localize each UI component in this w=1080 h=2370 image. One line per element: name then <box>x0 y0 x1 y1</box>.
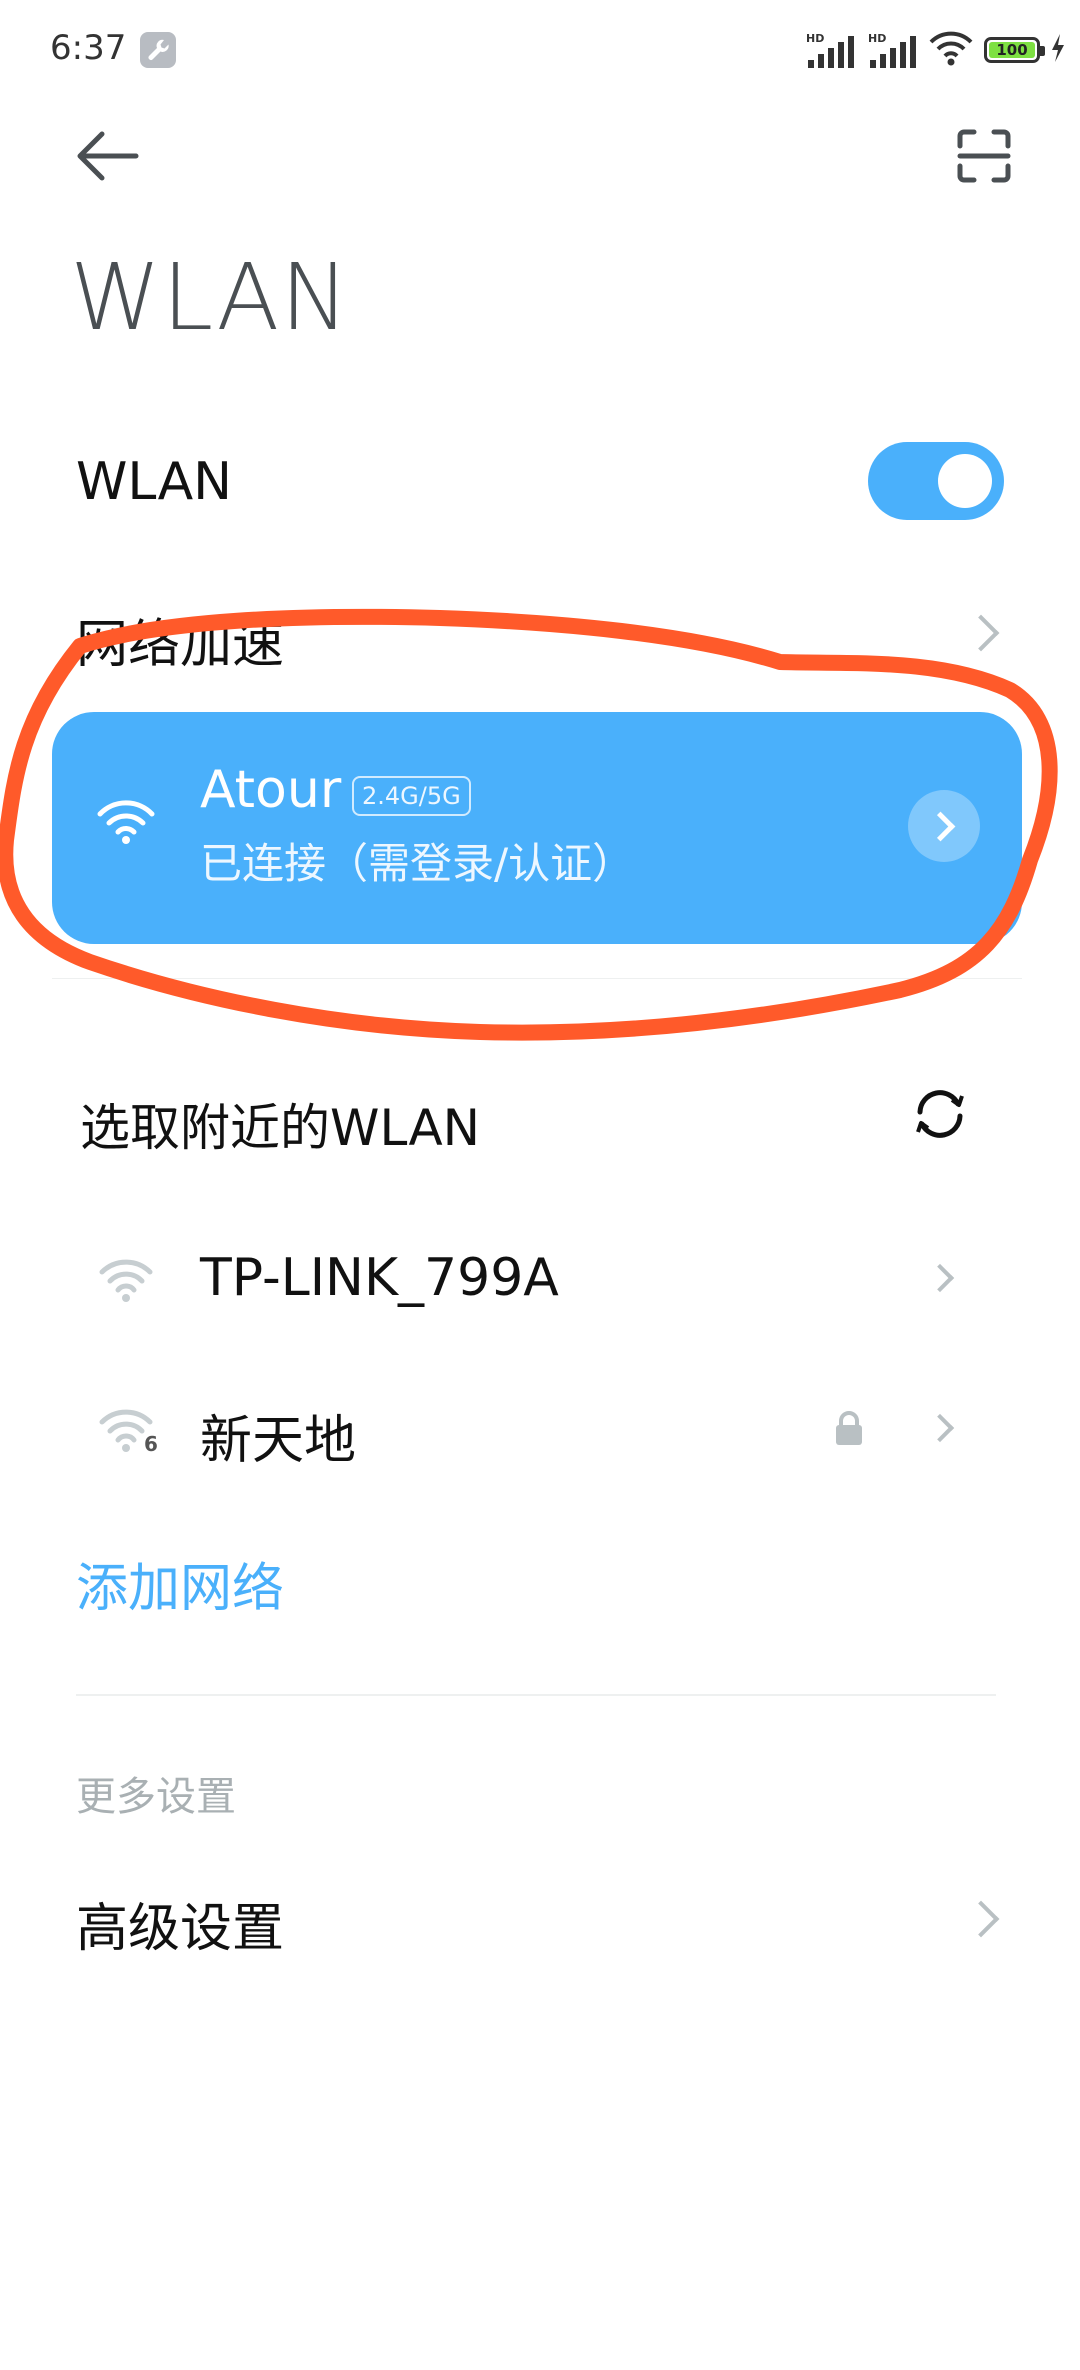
refresh-icon <box>916 1090 964 1138</box>
status-icons: HD HD 100 <box>804 28 1066 72</box>
wifi6-badge: 6 <box>144 1432 158 1456</box>
toggle-knob <box>938 454 992 508</box>
signal-icon: HD <box>804 28 856 72</box>
back-arrow-icon <box>77 131 139 181</box>
network-item-name[interactable]: 新天地 <box>200 1398 356 1473</box>
refresh-button[interactable] <box>912 1086 968 1142</box>
signal-icon-2: HD <box>866 28 918 72</box>
divider <box>76 1694 996 1696</box>
page-title: WLAN <box>70 244 351 351</box>
chevron-right-icon <box>962 1900 1000 1938</box>
wlan-toggle-switch[interactable] <box>868 442 1004 520</box>
charging-icon <box>1050 33 1066 67</box>
status-time: 6:37 <box>50 28 127 68</box>
lock-icon <box>834 1410 864 1446</box>
wrench-icon <box>140 32 176 68</box>
battery-icon: 100 <box>984 37 1045 63</box>
back-button[interactable] <box>74 128 140 184</box>
scan-button[interactable] <box>956 128 1012 184</box>
chevron-right-icon <box>925 1263 955 1293</box>
nearby-wlan-header: 选取附近的WLAN <box>80 1099 481 1157</box>
scan-icon <box>957 129 1011 183</box>
annotation-circle <box>0 608 1058 1041</box>
add-network-link[interactable]: 添加网络 <box>76 1546 284 1621</box>
chevron-right-icon <box>925 1413 955 1443</box>
wifi-status-icon <box>928 28 974 72</box>
wifi-signal-icon <box>98 1254 154 1304</box>
wifi6-signal-icon: 6 <box>98 1404 158 1456</box>
wlan-toggle-label: WLAN <box>76 452 233 512</box>
advanced-settings-item[interactable]: 高级设置 <box>76 1886 284 1961</box>
more-settings-header: 更多设置 <box>76 1774 236 1820</box>
network-item-name[interactable]: TP-LINK_799A <box>200 1248 559 1308</box>
